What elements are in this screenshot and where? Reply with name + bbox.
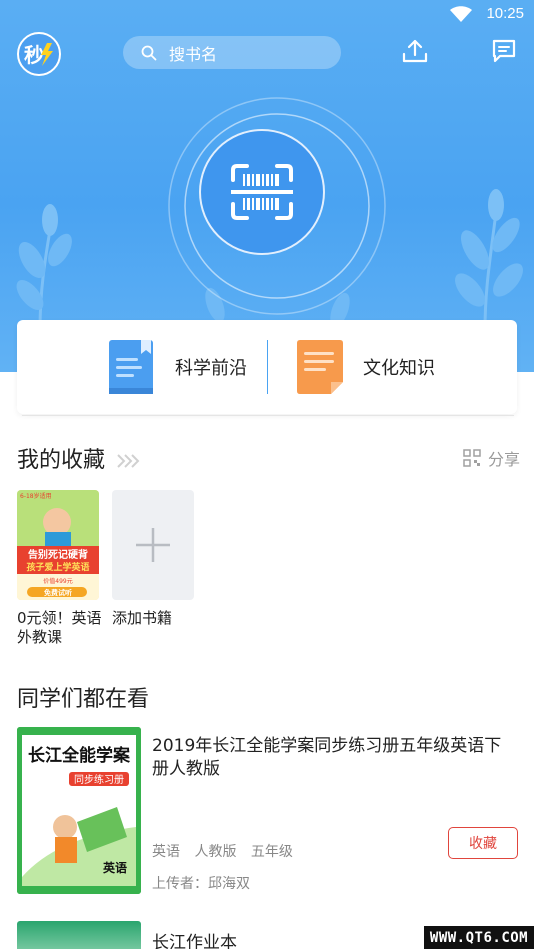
orange-notes-icon — [297, 340, 343, 394]
svg-text:免费试听: 免费试听 — [44, 588, 72, 597]
popular-book-cover[interactable] — [17, 921, 141, 949]
favorite-book-title[interactable]: 0元领！英语外教课 — [17, 609, 103, 647]
barcode-scan-icon — [231, 164, 293, 220]
category-card: 科学前沿 文化知识 — [17, 320, 517, 414]
svg-text:孩子爱上学英语: 孩子爱上学英语 — [26, 561, 89, 573]
plus-icon — [136, 528, 170, 562]
category-label: 科学前沿 — [175, 358, 247, 379]
share-button[interactable]: 分享 — [463, 446, 520, 470]
category-label: 文化知识 — [363, 358, 435, 379]
svg-text:长江全能学案: 长江全能学案 — [28, 745, 131, 766]
popular-book-cover[interactable]: 长江全能学案 同步练习册 英语 — [17, 727, 141, 894]
logo-icon: 秒 — [24, 43, 53, 67]
scan-barcode-button[interactable] — [199, 129, 325, 255]
leaf-decoration-icon — [455, 189, 523, 330]
status-time: 10:25 — [486, 5, 524, 22]
collect-button[interactable]: 收藏 — [448, 827, 518, 859]
divider — [22, 415, 514, 416]
tag: 人教版 — [194, 844, 237, 860]
popular-book-title[interactable]: 2019年长江全能学案同步练习册五年级英语下册人教版 — [152, 735, 512, 781]
category-divider — [267, 340, 268, 394]
search-icon — [141, 45, 157, 60]
svg-text:价值499元: 价值499元 — [43, 577, 72, 585]
blue-book-icon — [109, 340, 153, 394]
svg-text:6-18岁适用: 6-18岁适用 — [20, 492, 52, 500]
watermark: WWW.QT6.COM — [424, 926, 534, 949]
add-book-button[interactable] — [112, 490, 194, 600]
wifi-icon — [450, 6, 472, 22]
popular-book-uploader: 上传者：邱海双 — [152, 876, 250, 892]
leaf-decoration-icon — [16, 204, 72, 330]
svg-text:英语: 英语 — [103, 860, 127, 875]
popular-section-title: 同学们都在看 — [17, 687, 150, 712]
search-bar[interactable]: 搜书名 — [123, 36, 341, 69]
search-placeholder: 搜书名 — [169, 44, 218, 64]
status-bar: 10:25 — [0, 0, 534, 28]
message-icon[interactable] — [491, 39, 517, 63]
svg-text:同步练习册: 同步练习册 — [74, 773, 124, 786]
popular-book-title[interactable]: 长江作业本 — [152, 928, 237, 949]
book-cover-image: 6-18岁适用 告别死记硬背 孩子爱上学英语 价值499元 免费试听 — [17, 490, 99, 600]
top-bar: 秒 搜书名 — [0, 30, 534, 76]
favorite-book-cover[interactable]: 6-18岁适用 告别死记硬背 孩子爱上学英语 价值499元 免费试听 — [17, 490, 99, 600]
svg-text:告别死记硬背: 告别死记硬背 — [28, 548, 88, 561]
app-logo[interactable]: 秒 — [17, 32, 61, 76]
category-science[interactable]: 科学前沿 — [107, 320, 247, 414]
tag: 五年级 — [250, 844, 293, 860]
book-cover-image: 长江全能学案 同步练习册 英语 — [17, 727, 141, 894]
category-culture[interactable]: 文化知识 — [295, 320, 435, 414]
favorites-section-title: 我的收藏 — [17, 442, 142, 474]
add-book-label: 添加书籍 — [112, 609, 173, 627]
chevrons-right-icon — [117, 454, 140, 468]
popular-book-tags: 英语 人教版 五年级 — [152, 841, 303, 861]
upload-icon[interactable] — [402, 38, 428, 64]
tag: 英语 — [152, 844, 180, 860]
qr-code-icon — [463, 449, 481, 467]
